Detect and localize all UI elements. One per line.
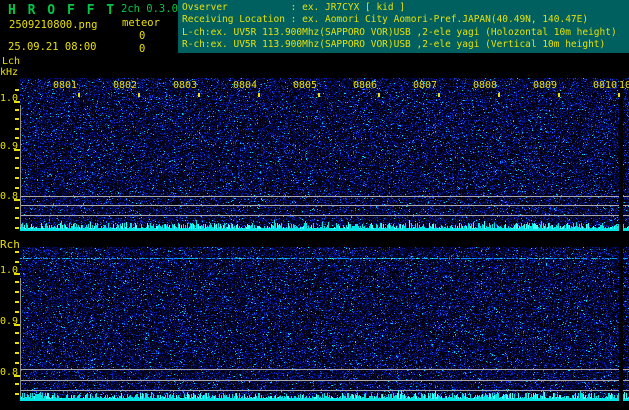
- freq-minor-tick: [15, 109, 19, 111]
- app-title: H R O F F T: [8, 3, 116, 18]
- rch-spectrogram: [20, 247, 629, 401]
- freq-label: 0.8: [0, 191, 15, 202]
- freq-major-tick: [14, 324, 20, 326]
- minute-tick: [138, 93, 140, 97]
- minute-tick: [198, 93, 200, 97]
- minute-tick: [438, 93, 440, 97]
- location-line: Receiving Location : ex. Aomori City Aom…: [182, 14, 629, 26]
- meteor-count-rch: 0: [139, 43, 145, 55]
- freq-minor-tick: [15, 251, 19, 253]
- freq-minor-tick: [15, 177, 19, 179]
- freq-label: 0.8: [0, 367, 15, 378]
- freq-minor-tick: [15, 137, 19, 139]
- mode-label: meteor: [122, 17, 160, 29]
- minute-tick: [498, 93, 500, 97]
- freq-label: 1.0: [0, 93, 15, 104]
- freq-minor-tick: [15, 89, 19, 91]
- minute-tick: [558, 93, 560, 97]
- hrofft-window: H R O F F T 2ch 0.3.0 2509210800.png met…: [0, 0, 629, 410]
- freq-major-tick: [14, 273, 20, 275]
- freq-minor-tick: [15, 301, 19, 303]
- time-label: 0804: [233, 80, 257, 91]
- time-label: 0803: [173, 80, 197, 91]
- rch-config-line: R-ch:ex. UV5R 113.900Mhz(SAPPORO VOR)USB…: [182, 39, 629, 51]
- app-version: 2ch 0.3.0: [121, 3, 178, 15]
- freq-minor-tick: [15, 383, 19, 385]
- current-filename: 2509210800.png: [9, 19, 98, 31]
- minute-tick: [618, 93, 620, 97]
- freq-minor-tick: [15, 281, 19, 283]
- time-label: 0806: [353, 80, 377, 91]
- freq-minor-tick: [15, 187, 19, 189]
- time-label: 0810: [593, 80, 617, 91]
- time-label: 0802: [113, 80, 137, 91]
- observer-info-panel: Ovserver : ex. JR7CYX [ kid ] Receiving …: [178, 0, 629, 53]
- observer-line: Ovserver : ex. JR7CYX [ kid ]: [182, 2, 629, 14]
- freq-minor-tick: [15, 311, 19, 313]
- freq-minor-tick: [15, 291, 19, 293]
- time-label: 0809: [533, 80, 557, 91]
- time-label-partial: 10: [619, 80, 629, 91]
- freq-minor-tick: [15, 261, 19, 263]
- freq-label: 1.0: [0, 265, 15, 276]
- time-label: 0807: [413, 80, 437, 91]
- freq-major-tick: [14, 149, 20, 151]
- time-label: 0801: [53, 80, 77, 91]
- freq-label: 0.9: [0, 141, 15, 152]
- minute-tick: [378, 93, 380, 97]
- freq-minor-tick: [15, 167, 19, 169]
- freq-minor-tick: [15, 118, 19, 120]
- freq-label: 0.9: [0, 316, 15, 327]
- freq-minor-tick: [15, 227, 19, 229]
- freq-minor-tick: [15, 362, 19, 364]
- lch-spectrogram: [20, 78, 629, 231]
- datetime-label: 25.09.21 08:00: [8, 41, 97, 53]
- freq-minor-tick: [15, 352, 19, 354]
- freq-major-tick: [14, 199, 20, 201]
- minute-tick: [78, 93, 80, 97]
- freq-minor-tick: [15, 217, 19, 219]
- freq-minor-tick: [15, 342, 19, 344]
- meteor-count-lch: 0: [139, 30, 145, 42]
- time-label: 0808: [473, 80, 497, 91]
- freq-minor-tick: [15, 157, 19, 159]
- freq-minor-tick: [15, 207, 19, 209]
- freq-minor-tick: [15, 332, 19, 334]
- minute-tick: [258, 93, 260, 97]
- lch-config-line: L-ch:ex. UV5R 113.900Mhz(SAPPORO VOR)USB…: [182, 27, 629, 39]
- time-label: 0805: [293, 80, 317, 91]
- freq-major-tick: [14, 375, 20, 377]
- rch-label: Rch: [0, 238, 20, 251]
- khz-unit-label: kHz: [0, 67, 18, 78]
- freq-minor-tick: [15, 393, 19, 395]
- minute-tick: [318, 93, 320, 97]
- freq-major-tick: [14, 101, 20, 103]
- freq-minor-tick: [15, 128, 19, 130]
- lch-label: Lch: [2, 56, 20, 67]
